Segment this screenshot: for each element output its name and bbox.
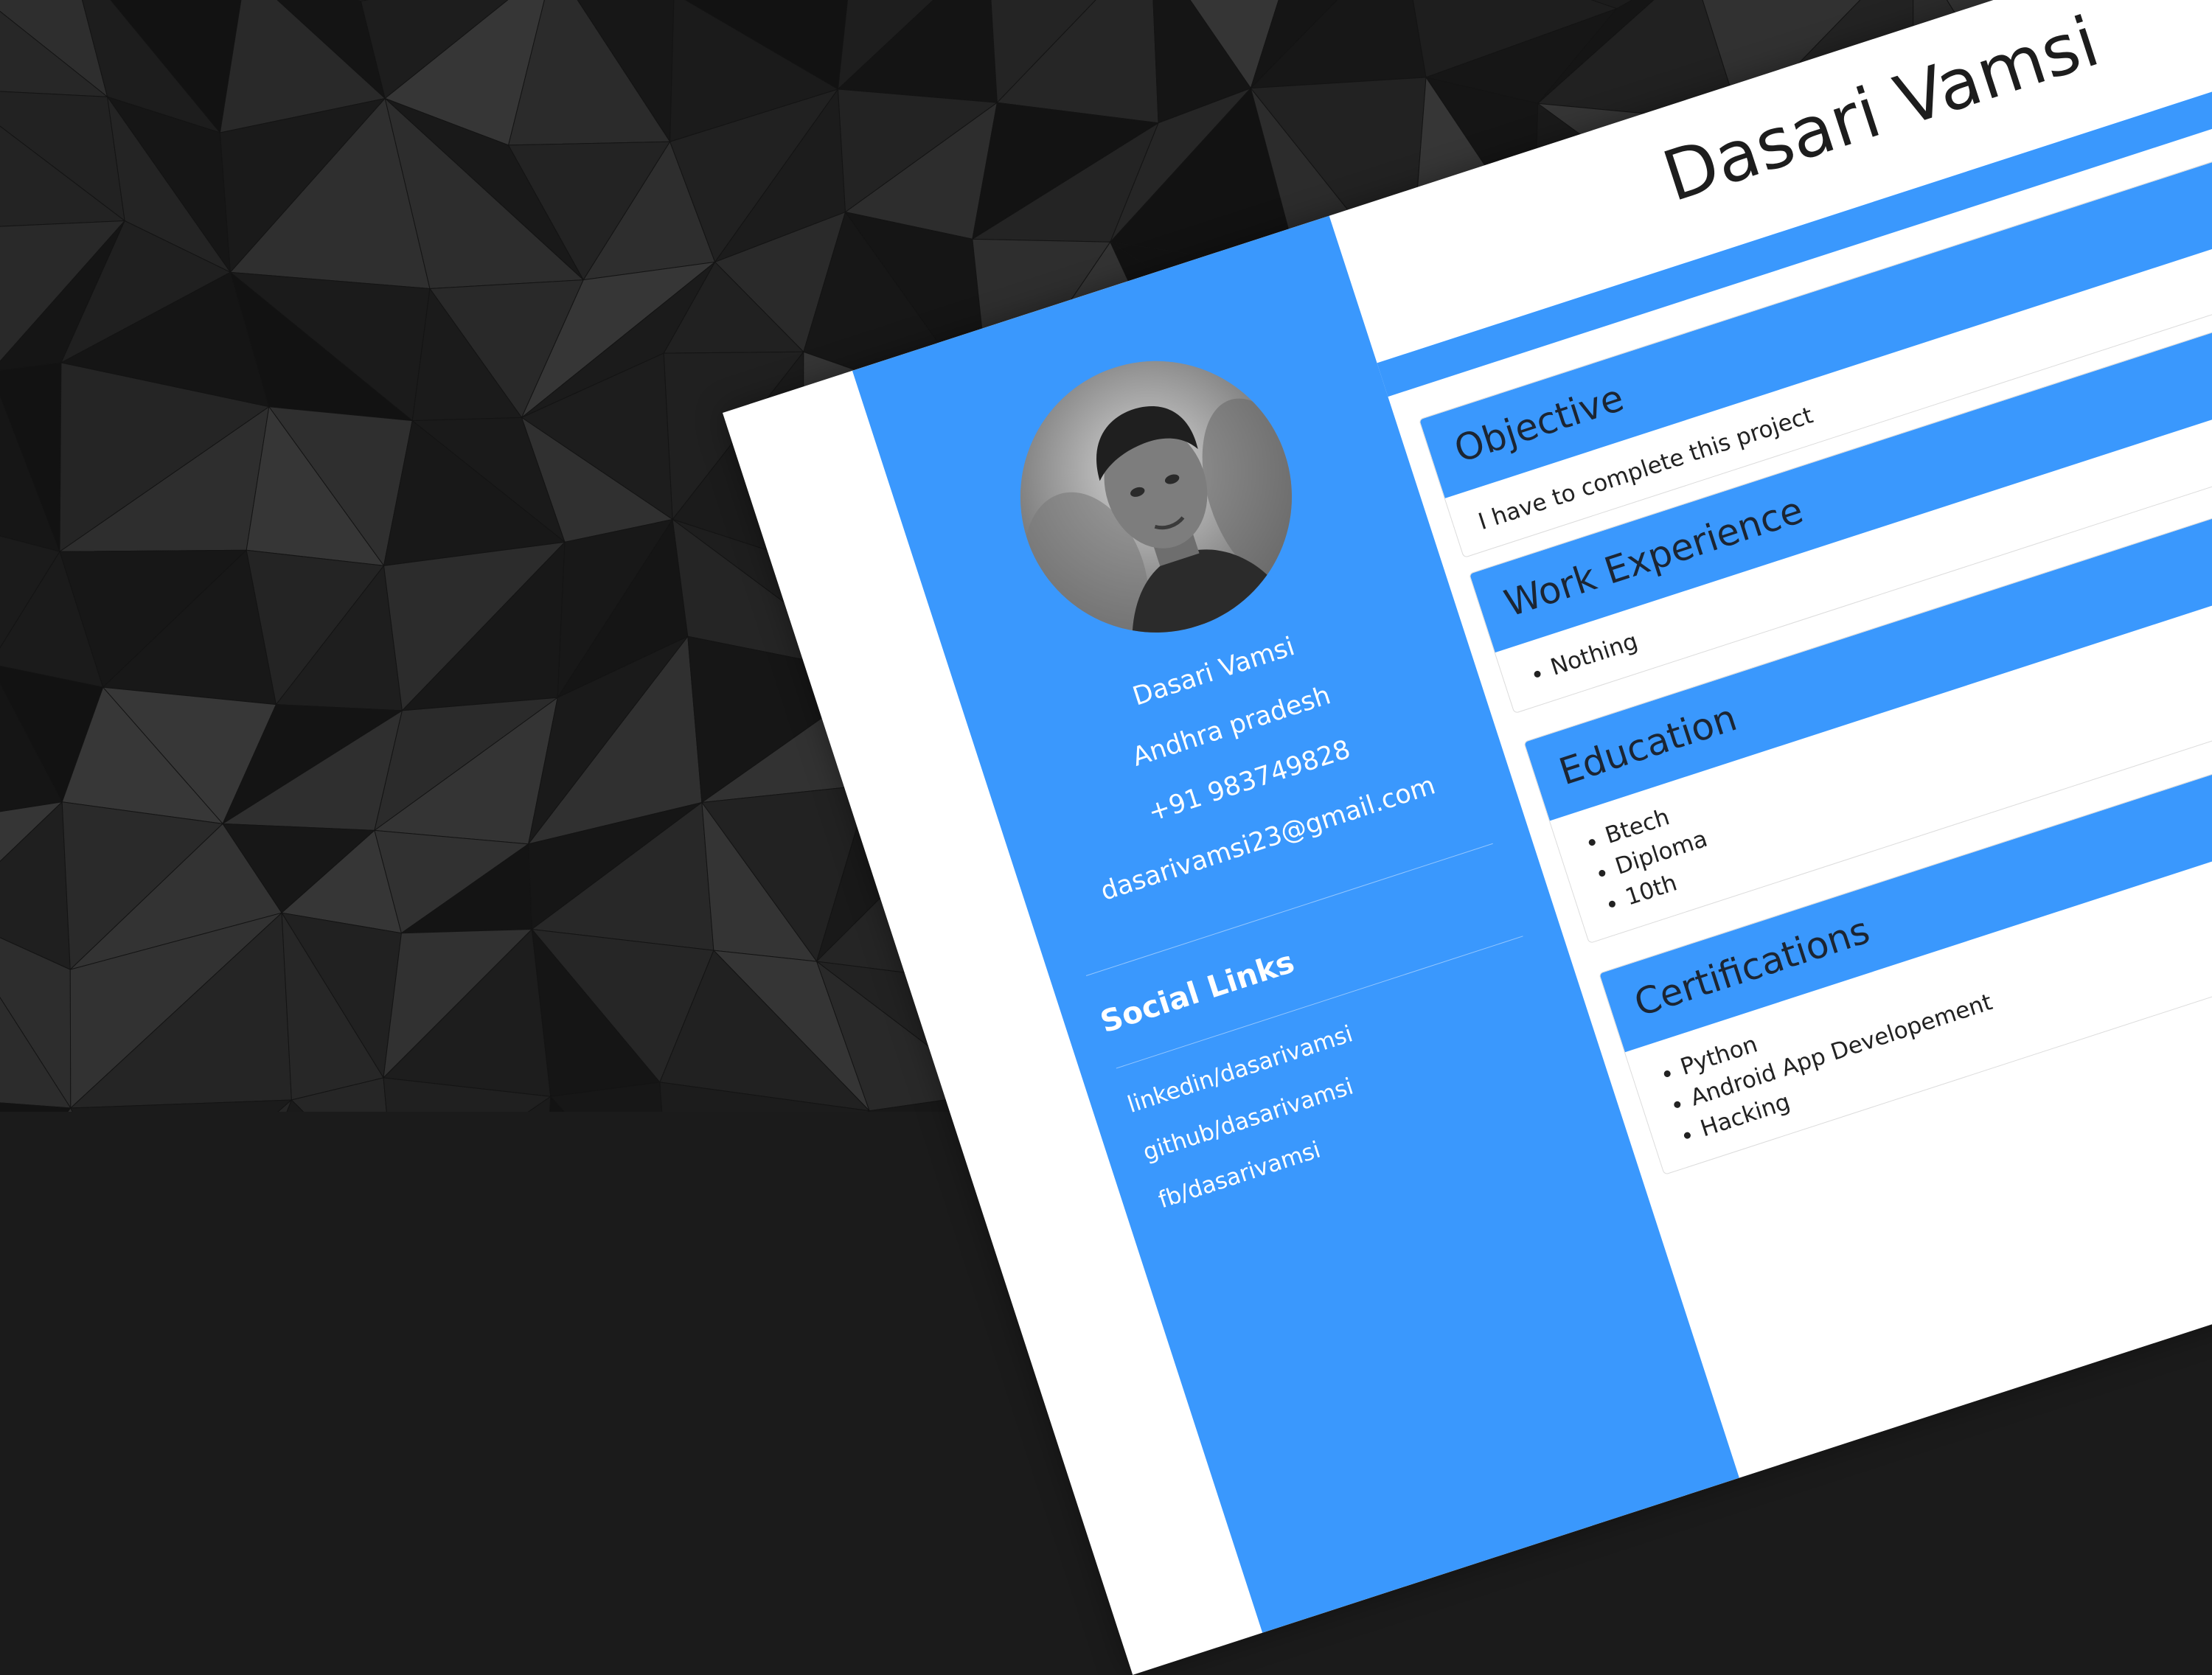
- social-links-title: Social Links: [1096, 944, 1299, 1040]
- avatar-photo-icon: [985, 326, 1327, 668]
- profile-avatar: [985, 326, 1327, 668]
